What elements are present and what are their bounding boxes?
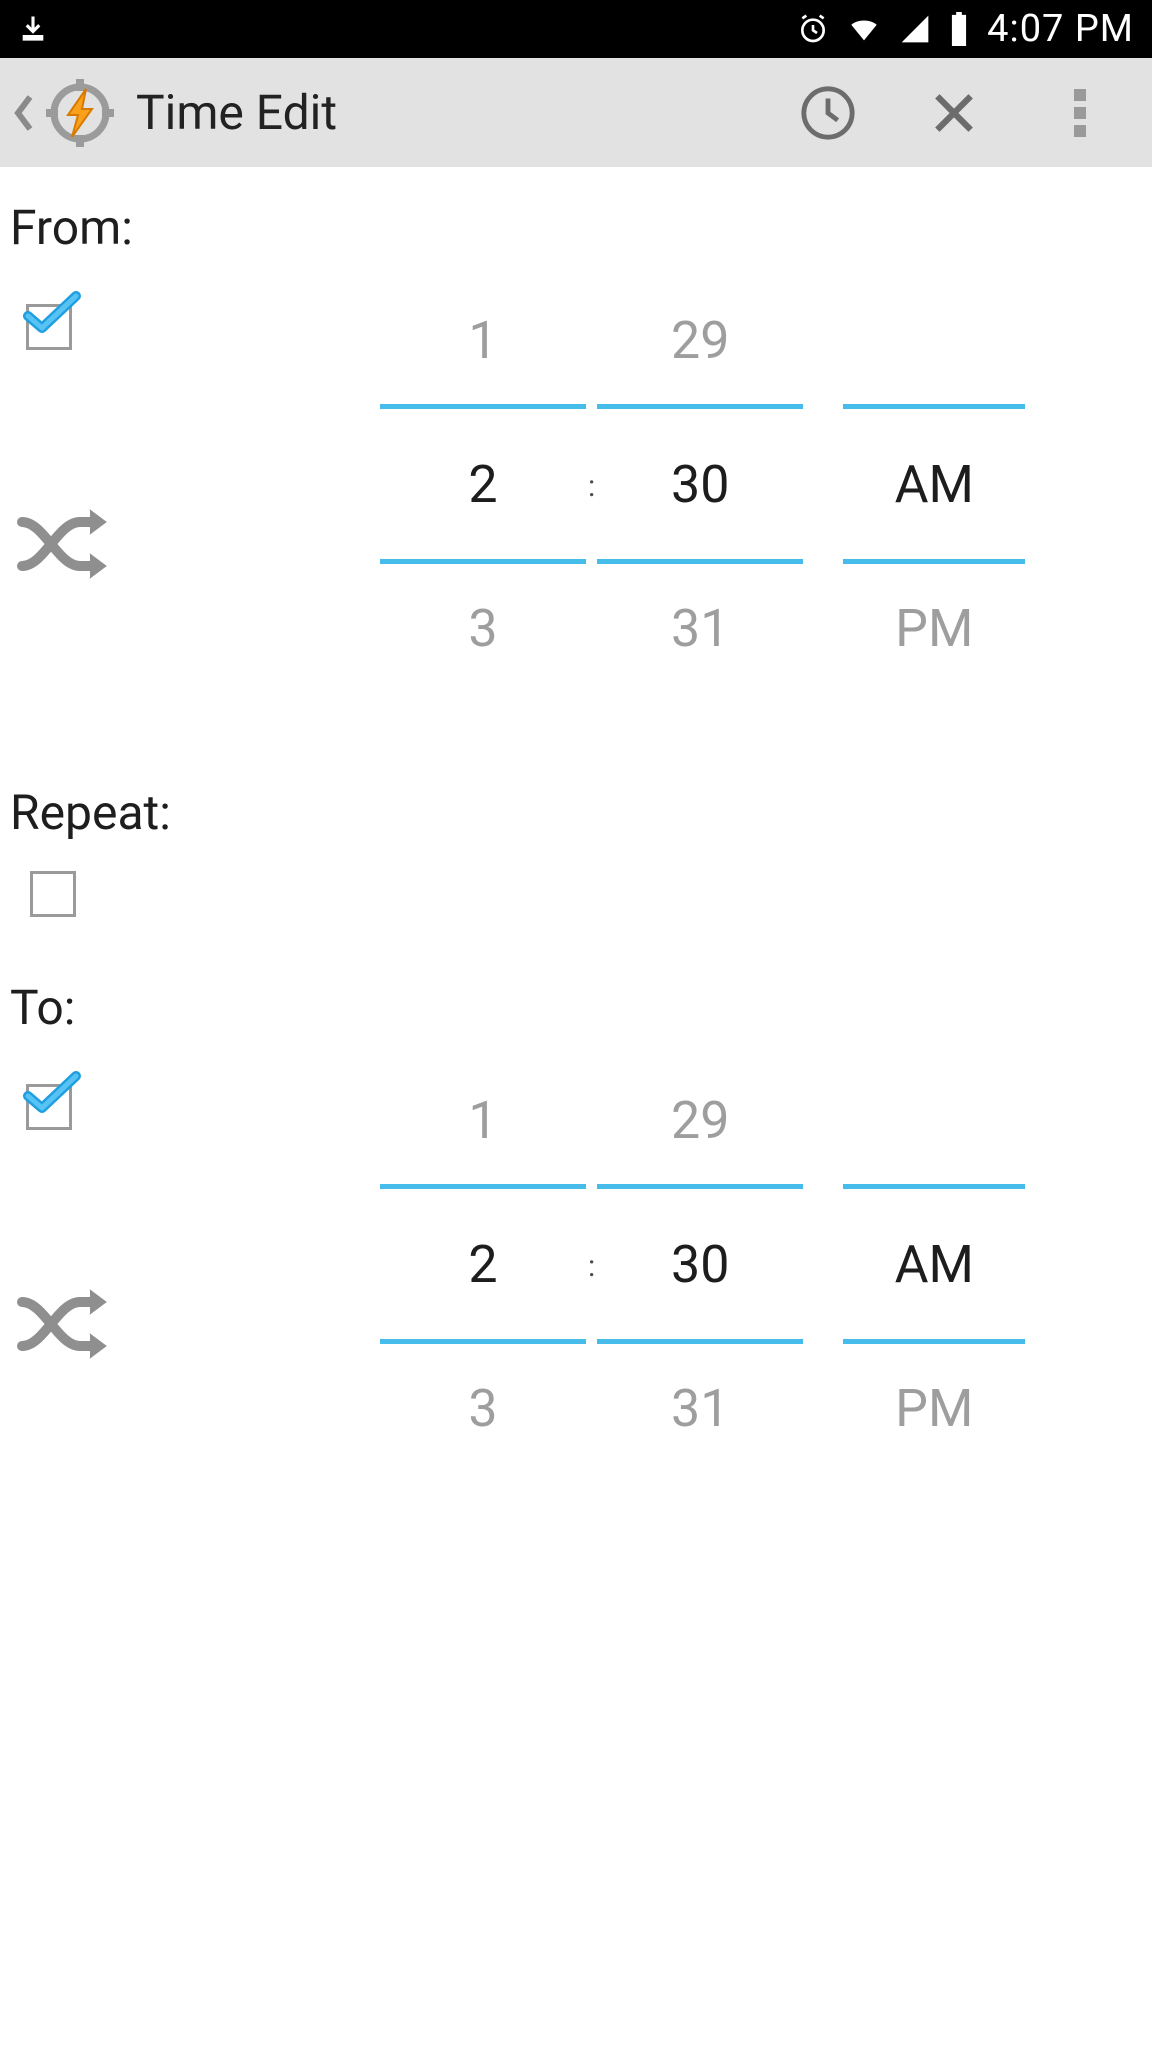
from-hour-sel[interactable]: 2	[380, 404, 586, 564]
from-hour-next[interactable]: 3	[468, 564, 497, 692]
from-label: From:	[0, 187, 1152, 276]
page-title: Time Edit	[136, 84, 798, 141]
from-min-next[interactable]: 31	[671, 564, 729, 692]
download-icon	[18, 14, 48, 44]
to-hour-picker[interactable]: 1 2 3	[380, 1056, 586, 1472]
alarm-icon	[797, 13, 829, 45]
statusbar-time: 4:07 PM	[987, 7, 1134, 51]
from-min-sel[interactable]: 30	[597, 404, 803, 564]
from-minute-picker[interactable]: 29 30 31	[597, 276, 803, 692]
to-hour-next[interactable]: 3	[468, 1344, 497, 1472]
tasker-logo-icon	[42, 75, 118, 151]
from-min-prev[interactable]: 29	[671, 276, 729, 404]
battery-icon	[949, 12, 969, 46]
time-separator: :	[586, 469, 597, 504]
to-hour-prev[interactable]: 1	[468, 1056, 497, 1184]
appbar: Time Edit	[0, 58, 1152, 167]
from-hour-prev[interactable]: 1	[468, 276, 497, 404]
from-shuffle-icon[interactable]	[14, 504, 380, 588]
from-ampm-picker[interactable]: AM PM	[843, 276, 1025, 692]
from-ampm-next[interactable]: PM	[895, 564, 973, 692]
to-ampm-picker[interactable]: AM PM	[843, 1056, 1025, 1472]
to-hour-sel[interactable]: 2	[380, 1184, 586, 1344]
to-min-sel[interactable]: 30	[597, 1184, 803, 1344]
to-ampm-sel[interactable]: AM	[843, 1184, 1025, 1344]
clock-button[interactable]	[798, 83, 858, 143]
signal-icon	[899, 13, 931, 45]
to-ampm-next[interactable]: PM	[895, 1344, 973, 1472]
to-min-next[interactable]: 31	[671, 1344, 729, 1472]
repeat-label: Repeat:	[0, 772, 1152, 861]
to-checkbox[interactable]	[26, 1084, 76, 1134]
close-button[interactable]	[924, 83, 984, 143]
back-button[interactable]	[8, 58, 40, 167]
to-shuffle-icon[interactable]	[14, 1284, 380, 1368]
from-ampm-sel[interactable]: AM	[843, 404, 1025, 564]
from-hour-picker[interactable]: 1 2 3	[380, 276, 586, 692]
to-minute-picker[interactable]: 29 30 31	[597, 1056, 803, 1472]
from-checkbox[interactable]	[26, 304, 76, 354]
wifi-icon	[847, 12, 881, 46]
to-min-prev[interactable]: 29	[671, 1056, 729, 1184]
menu-button[interactable]	[1050, 83, 1110, 143]
android-statusbar: 4:07 PM	[0, 0, 1152, 58]
repeat-checkbox[interactable]	[30, 871, 76, 917]
time-separator: :	[586, 1249, 597, 1284]
to-label: To:	[0, 967, 1152, 1056]
